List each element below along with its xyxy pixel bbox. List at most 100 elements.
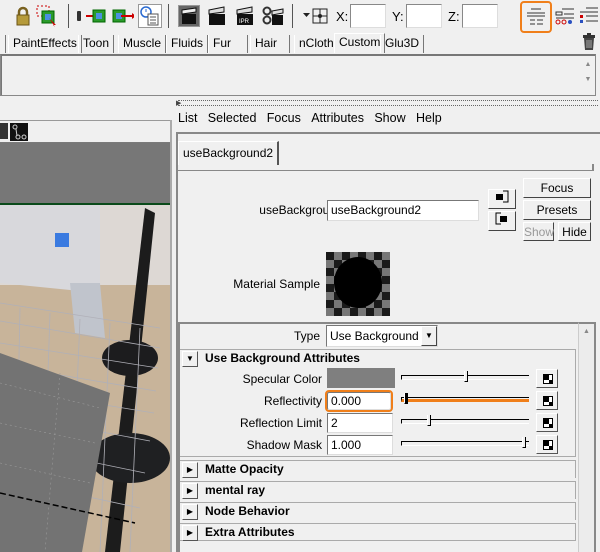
menu-show[interactable]: Show	[374, 111, 405, 125]
shelf-tab-fur[interactable]: Fur	[208, 35, 248, 53]
node-tab-usebackground2[interactable]: useBackground2	[178, 141, 280, 165]
specular-color-label: Specular Color	[242, 372, 322, 386]
checker-map-icon	[543, 396, 553, 406]
type-dropdown[interactable]: Use Background ▼	[326, 325, 438, 347]
clapper-icon[interactable]	[206, 5, 228, 27]
menu-list[interactable]: List	[178, 111, 197, 125]
dropdown-arrow-icon[interactable]: ▼	[421, 326, 437, 346]
reflectivity-slider[interactable]	[401, 397, 529, 402]
scroll-down-arrow-icon[interactable]: ▼	[580, 76, 596, 83]
expand-toggle-icon[interactable]: ▶	[182, 504, 198, 520]
expand-toggle-icon[interactable]: ▶	[182, 483, 198, 499]
section-mental-ray: ▶ mental ray	[180, 481, 576, 499]
shelf-tab-ncloth[interactable]: nCloth	[294, 35, 339, 53]
show-button[interactable]: Show	[523, 222, 554, 241]
shelf-tab-partial[interactable]	[0, 35, 6, 53]
checker-map-icon	[543, 440, 553, 450]
map-button[interactable]	[536, 413, 558, 432]
reflection-limit-label: Reflection Limit	[239, 416, 322, 430]
map-button[interactable]	[536, 391, 558, 410]
reflection-limit-slider[interactable]	[401, 419, 529, 424]
map-button[interactable]	[536, 435, 558, 454]
shelf-tab-muscle[interactable]: Muscle	[118, 35, 167, 53]
menu-help[interactable]: Help	[416, 111, 442, 125]
section-title[interactable]: Use Background Attributes	[205, 351, 360, 365]
slider-thumb[interactable]	[522, 437, 526, 448]
scroll-up-arrow-icon[interactable]: ▲	[580, 61, 596, 68]
slider-thumb[interactable]	[464, 371, 468, 382]
section-title[interactable]: Matte Opacity	[205, 462, 284, 476]
attribute-scrollbar[interactable]: ▲	[578, 322, 596, 552]
material-sample-swatch[interactable]	[326, 252, 390, 316]
snap-move-arrow-icon[interactable]	[112, 5, 134, 27]
section-title[interactable]: Extra Attributes	[205, 525, 295, 539]
type-label: Type	[293, 329, 320, 343]
toolbar-collapse-handle[interactable]	[77, 11, 81, 21]
hide-button[interactable]: Hide	[558, 222, 591, 241]
collapse-arrow-icon[interactable]: ▶	[176, 99, 181, 107]
shelf-tab-bar: PaintEffects Toon Muscle Fluids Fur Hair…	[0, 33, 600, 54]
slider-thumb[interactable]	[404, 393, 408, 404]
toolbar-separator	[68, 4, 69, 28]
shelf-scrollbar[interactable]: ▲ ▼	[580, 57, 596, 93]
shadow-mask-label: Shadow Mask	[246, 438, 322, 452]
select-region-icon[interactable]	[36, 5, 58, 27]
status-line-toolbar: IPR X: Y: Z:	[0, 0, 600, 34]
x-coord-input[interactable]	[350, 4, 386, 28]
shelf-tab-hair[interactable]: Hair	[250, 35, 290, 53]
viewport-panel[interactable]	[0, 120, 172, 552]
slider-thumb[interactable]	[427, 415, 431, 426]
reflection-limit-field[interactable]: 2	[327, 413, 393, 433]
reflectivity-field[interactable]: 0.000	[325, 390, 393, 412]
lock-icon[interactable]	[12, 5, 34, 27]
type-dropdown-value: Use Background	[330, 329, 419, 343]
presets-button[interactable]: Presets	[523, 200, 591, 220]
expand-toggle-icon[interactable]: ▶	[182, 525, 198, 541]
map-button[interactable]	[536, 369, 558, 388]
material-sphere	[334, 257, 382, 308]
node-name-field[interactable]: useBackground2	[327, 200, 479, 221]
shelf-tab-painteffects[interactable]: PaintEffects	[8, 35, 82, 53]
input-line-icon[interactable]	[302, 5, 332, 27]
section-title[interactable]: mental ray	[205, 483, 265, 497]
viewport-icon-bar	[0, 120, 170, 142]
viewport-camera-icon[interactable]	[10, 123, 28, 141]
input-connections-button[interactable]	[488, 189, 516, 209]
snap-move-icon[interactable]	[86, 5, 108, 27]
shadow-mask-field[interactable]: 1.000	[327, 435, 393, 455]
shelf-tab-fluids[interactable]: Fluids	[166, 35, 209, 53]
specular-color-swatch[interactable]	[327, 368, 395, 388]
section-extra-attributes: ▶ Extra Attributes	[180, 523, 576, 541]
viewport-scene-image	[0, 143, 170, 552]
expand-toggle-icon[interactable]: ▶	[182, 462, 198, 478]
render-settings-icon[interactable]	[262, 5, 284, 27]
shelf-tab-glu3d[interactable]: Glu3D	[380, 35, 425, 53]
trash-icon[interactable]	[582, 33, 596, 54]
checker-map-icon	[543, 374, 553, 384]
section-title[interactable]: Node Behavior	[205, 504, 290, 518]
collapse-toggle-icon[interactable]: ▼	[182, 351, 198, 367]
viewport-grid-icon[interactable]	[0, 123, 8, 139]
reflectivity-label: Reflectivity	[263, 394, 322, 408]
material-sample-label: Material Sample	[233, 277, 320, 291]
y-coord-input[interactable]	[406, 4, 442, 28]
attribute-editor-icon[interactable]	[520, 1, 552, 33]
history-icon[interactable]	[138, 4, 162, 28]
tool-settings-icon[interactable]	[554, 5, 576, 27]
ipr-clapper-icon[interactable]: IPR	[234, 5, 256, 27]
menu-selected[interactable]: Selected	[208, 111, 257, 125]
shadow-mask-slider[interactable]	[401, 441, 529, 446]
z-coord-input[interactable]	[462, 4, 498, 28]
panel-drag-handle[interactable]: ▶	[176, 99, 598, 107]
x-coord-label: X:	[336, 9, 349, 24]
shelf-tab-toon[interactable]: Toon	[78, 35, 115, 53]
channel-box-icon[interactable]	[578, 5, 600, 27]
toolbar-separator	[292, 4, 293, 28]
focus-button[interactable]: Focus	[523, 178, 591, 198]
menu-attributes[interactable]: Attributes	[311, 111, 364, 125]
output-connections-button[interactable]	[488, 211, 516, 231]
shelf-tab-custom[interactable]: Custom	[334, 33, 386, 53]
scroll-up-arrow-icon[interactable]: ▲	[579, 328, 594, 335]
menu-focus[interactable]: Focus	[267, 111, 301, 125]
clapper-render-icon[interactable]	[178, 5, 200, 27]
